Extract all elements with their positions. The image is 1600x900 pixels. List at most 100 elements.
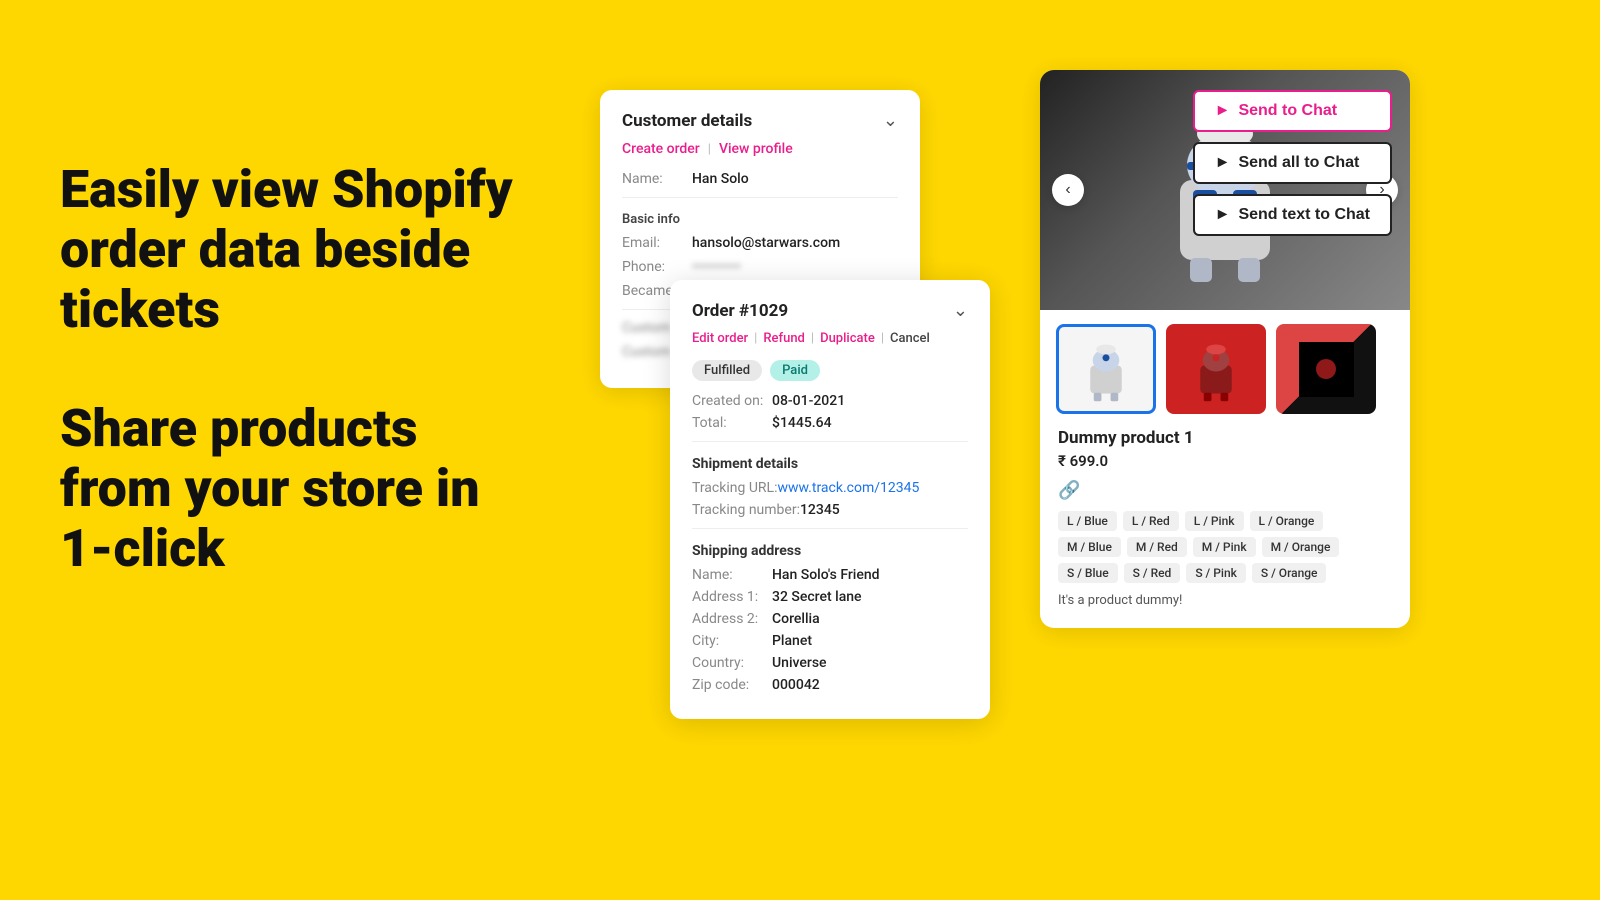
divider-2: |	[811, 331, 814, 346]
variant-m-blue: M / Blue	[1058, 537, 1121, 557]
addr1-label: Address 1:	[692, 589, 772, 605]
send-text-to-chat-button[interactable]: ► Send text to Chat	[1193, 194, 1392, 236]
ship-name-value: Han Solo's Friend	[772, 567, 880, 583]
product-description: It's a product dummy!	[1058, 593, 1392, 608]
basic-info-title: Basic info	[622, 212, 898, 227]
order-card: Order #1029 ⌄ Edit order | Refund | Dupl…	[670, 280, 990, 719]
tracking-url-label: Tracking URL:	[692, 480, 777, 496]
edit-order-link[interactable]: Edit order	[692, 331, 748, 346]
ship-name-label: Name:	[692, 567, 772, 583]
send-text-icon: ►	[1215, 206, 1231, 224]
thumb-robot-3	[1299, 342, 1354, 397]
carousel-prev-button[interactable]: ‹	[1052, 174, 1084, 206]
variant-l-blue: L / Blue	[1058, 511, 1117, 531]
variant-s-pink: S / Pink	[1186, 563, 1246, 583]
tracking-url-link[interactable]: www.track.com/12345	[777, 480, 919, 496]
total-value: $1445.64	[772, 415, 832, 431]
divider-1: |	[754, 331, 757, 346]
variant-l-red: L / Red	[1123, 511, 1179, 531]
variant-l-orange: L / Orange	[1250, 511, 1324, 531]
thumbnail-1[interactable]	[1056, 324, 1156, 414]
tracking-number-label: Tracking number:	[692, 502, 800, 518]
variants-row-3: S / Blue S / Red S / Pink S / Orange	[1058, 563, 1392, 583]
zip-label: Zip code:	[692, 677, 772, 693]
variant-s-red: S / Red	[1124, 563, 1181, 583]
country-row: Country: Universe	[692, 655, 968, 671]
thumbnail-2[interactable]	[1166, 324, 1266, 414]
heading-2: Share products from your store in 1-clic…	[60, 399, 540, 578]
send-all-to-chat-button[interactable]: ► Send all to Chat	[1193, 142, 1392, 184]
total-label: Total:	[692, 415, 772, 431]
order-collapse-icon[interactable]: ⌄	[953, 300, 968, 321]
product-info: Dummy product 1 ₹ 699.0 🔗 L / Blue L / R…	[1040, 414, 1410, 608]
city-value: Planet	[772, 633, 812, 649]
phone-label: Phone:	[622, 259, 692, 275]
thumbnails-row	[1040, 310, 1410, 414]
send-to-chat-button[interactable]: ► Send to Chat	[1193, 90, 1392, 132]
badges-row: Fulfilled Paid	[692, 360, 968, 381]
refund-link[interactable]: Refund	[763, 331, 805, 346]
customer-card-header: Customer details ⌄	[622, 110, 898, 131]
phone-row: Phone: ••••••••••	[622, 259, 898, 275]
variant-s-blue: S / Blue	[1058, 563, 1118, 583]
country-value: Universe	[772, 655, 827, 671]
addr2-row: Address 2: Corellia	[692, 611, 968, 627]
create-order-link[interactable]: Create order	[622, 141, 700, 157]
total-row: Total: $1445.64	[692, 415, 968, 431]
country-label: Country:	[692, 655, 772, 671]
created-row: Created on: 08-01-2021	[692, 393, 968, 409]
heading-1: Easily view Shopify order data beside ti…	[60, 160, 540, 339]
email-label: Email:	[622, 235, 692, 251]
variant-s-orange: S / Orange	[1252, 563, 1327, 583]
addr1-value: 32 Secret lane	[772, 589, 862, 605]
divider: |	[708, 142, 711, 157]
variants-row-2: M / Blue M / Red M / Pink M / Orange	[1058, 537, 1392, 557]
left-text-area: Easily view Shopify order data beside ti…	[60, 160, 540, 579]
city-row: City: Planet	[692, 633, 968, 649]
send-all-to-chat-label: Send all to Chat	[1238, 154, 1359, 172]
shipping-title: Shipping address	[692, 543, 968, 559]
variant-l-pink: L / Pink	[1185, 511, 1244, 531]
product-price: ₹ 699.0	[1058, 452, 1392, 470]
send-buttons-overlay: ► Send to Chat ► Send all to Chat ► Send…	[1193, 90, 1392, 236]
email-row: Email: hansolo@starwars.com	[622, 235, 898, 251]
collapse-icon[interactable]: ⌄	[883, 110, 898, 131]
order-title: Order #1029	[692, 301, 788, 321]
variant-m-red: M / Red	[1127, 537, 1187, 557]
order-actions: Edit order | Refund | Duplicate | Cancel	[692, 331, 968, 346]
customer-card-title: Customer details	[622, 111, 752, 131]
name-value: Han Solo	[692, 171, 749, 187]
ship-name-row: Name: Han Solo's Friend	[692, 567, 968, 583]
paid-badge: Paid	[770, 360, 820, 381]
addr1-row: Address 1: 32 Secret lane	[692, 589, 968, 605]
variant-m-orange: M / Orange	[1262, 537, 1340, 557]
send-to-chat-label: Send to Chat	[1238, 102, 1337, 120]
divider-3: |	[881, 331, 884, 346]
zip-row: Zip code: 000042	[692, 677, 968, 693]
zip-value: 000042	[772, 677, 820, 693]
product-main-image: ‹ › ► Send to Chat ► Send all to Chat ► …	[1040, 70, 1410, 310]
link-icon[interactable]: 🔗	[1058, 480, 1392, 501]
thumbnail-3[interactable]	[1276, 324, 1376, 414]
product-card: ‹ › ► Send to Chat ► Send all to Chat ► …	[1040, 70, 1410, 628]
cancel-link[interactable]: Cancel	[890, 331, 930, 346]
thumb-robot-1	[1071, 334, 1141, 404]
thumb-robot-2	[1181, 334, 1251, 404]
card-divider	[622, 197, 898, 198]
city-label: City:	[692, 633, 772, 649]
phone-value: ••••••••••	[692, 259, 741, 275]
tracking-url-row: Tracking URL: www.track.com/12345	[692, 480, 968, 496]
variant-m-pink: M / Pink	[1193, 537, 1256, 557]
product-name: Dummy product 1	[1058, 428, 1392, 448]
created-label: Created on:	[692, 393, 772, 409]
email-value: hansolo@starwars.com	[692, 235, 840, 251]
created-value: 08-01-2021	[772, 393, 845, 409]
order-divider-1	[692, 441, 968, 442]
name-label: Name:	[622, 171, 692, 187]
view-profile-link[interactable]: View profile	[719, 141, 793, 157]
order-divider-2	[692, 528, 968, 529]
addr2-label: Address 2:	[692, 611, 772, 627]
tracking-number-row: Tracking number: 12345	[692, 502, 968, 518]
duplicate-link[interactable]: Duplicate	[820, 331, 875, 346]
send-all-icon: ►	[1215, 154, 1231, 172]
